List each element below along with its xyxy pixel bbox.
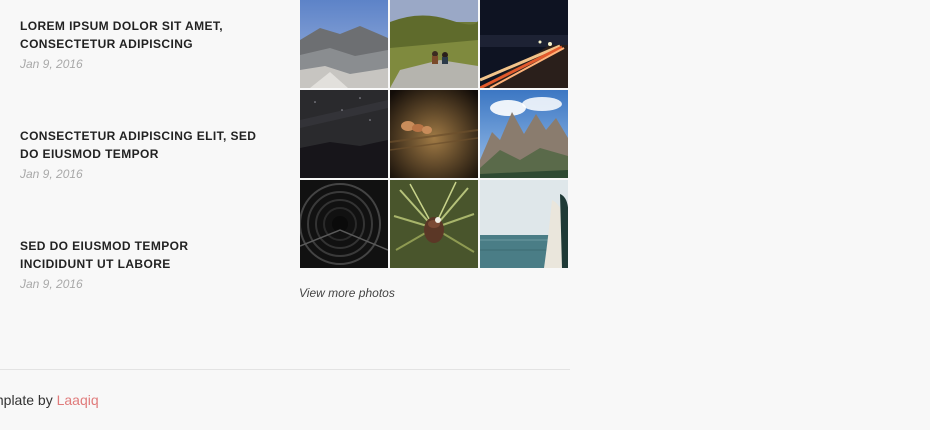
post-item: SED DO EIUSMOD TEMPOR INCIDIDUNT UT LABO… bbox=[20, 237, 260, 292]
photo-grid bbox=[300, 0, 570, 270]
night-sky-image bbox=[300, 90, 388, 178]
post-title-link[interactable]: SED DO EIUSMOD TEMPOR INCIDIDUNT UT LABO… bbox=[20, 237, 260, 273]
view-more-photos-link[interactable]: View more photos bbox=[299, 286, 395, 300]
photo-thumbnail-night-sky[interactable] bbox=[300, 90, 388, 178]
footer-author-link[interactable]: Laaqiq bbox=[57, 392, 99, 408]
night-highway-image bbox=[480, 0, 568, 88]
sea-horizon-image bbox=[480, 180, 568, 268]
post-date: Jan 9, 2016 bbox=[20, 167, 83, 181]
photo-thumbnail-shells-wood[interactable] bbox=[390, 90, 478, 178]
photo-thumbnail-tunnel[interactable] bbox=[300, 180, 388, 268]
photo-thumbnail-sea-horizon[interactable] bbox=[480, 180, 568, 268]
mountain-valley-image bbox=[300, 0, 388, 88]
footer-credit-prefix: mplate by bbox=[0, 392, 53, 408]
couple-cliff-image bbox=[390, 0, 478, 88]
photo-thumbnail-pine-cone[interactable] bbox=[390, 180, 478, 268]
shells-wood-image bbox=[390, 90, 478, 178]
footer-divider bbox=[0, 369, 570, 370]
tunnel-image bbox=[300, 180, 388, 268]
footer-credit: mplate by Laaqiq bbox=[0, 392, 99, 408]
post-date: Jan 9, 2016 bbox=[20, 57, 83, 71]
post-item: LOREM IPSUM DOLOR SIT AMET, CONSECTETUR … bbox=[20, 17, 260, 72]
post-title-link[interactable]: LOREM IPSUM DOLOR SIT AMET, CONSECTETUR … bbox=[20, 17, 260, 53]
rocky-peaks-image bbox=[480, 90, 568, 178]
post-item: CONSECTETUR ADIPISCING ELIT, SED DO EIUS… bbox=[20, 127, 260, 182]
photo-thumbnail-mountain-valley[interactable] bbox=[300, 0, 388, 88]
page: LOREM IPSUM DOLOR SIT AMET, CONSECTETUR … bbox=[0, 0, 930, 430]
photo-thumbnail-rocky-peaks[interactable] bbox=[480, 90, 568, 178]
photo-thumbnail-couple-cliff[interactable] bbox=[390, 0, 478, 88]
pine-cone-image bbox=[390, 180, 478, 268]
post-date: Jan 9, 2016 bbox=[20, 277, 83, 291]
photo-thumbnail-night-highway[interactable] bbox=[480, 0, 568, 88]
post-title-link[interactable]: CONSECTETUR ADIPISCING ELIT, SED DO EIUS… bbox=[20, 127, 260, 163]
